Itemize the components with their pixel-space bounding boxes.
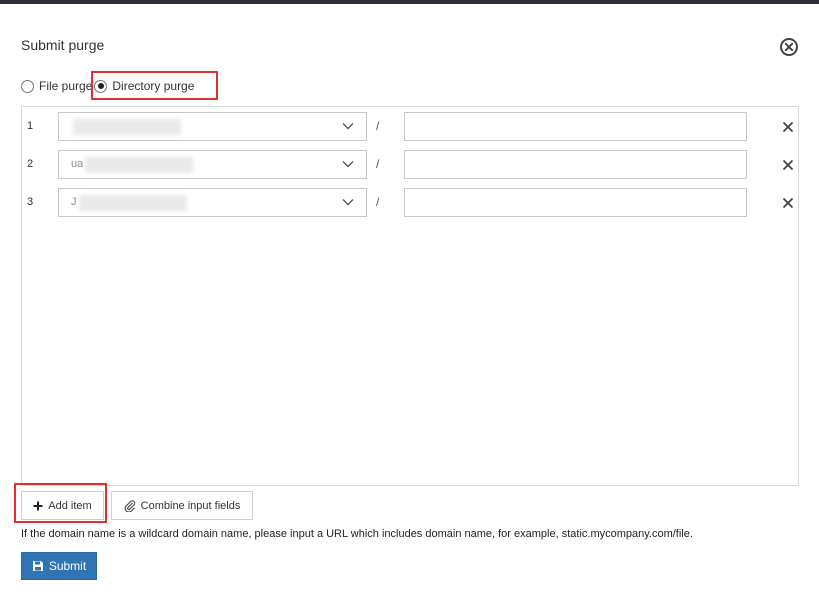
domain-value: ua [71, 158, 84, 170]
delete-row-button[interactable] [780, 157, 796, 173]
submit-button[interactable]: Submit [21, 552, 97, 580]
domain-select[interactable]: J [58, 188, 367, 217]
chevron-down-icon [342, 199, 354, 206]
radio-dot [21, 79, 34, 93]
row-index: 1 [27, 120, 34, 132]
chevron-down-icon [342, 123, 354, 130]
row-index: 3 [27, 196, 34, 208]
submit-label: Submit [48, 559, 87, 573]
path-input[interactable] [404, 112, 747, 141]
dialog-title: Submit purge [21, 37, 105, 53]
domain-select[interactable] [58, 112, 367, 141]
close-icon [782, 121, 794, 133]
purge-item-row: 1 / [22, 112, 798, 142]
plus-icon [33, 501, 43, 510]
file-purge-radio[interactable]: File purge [21, 79, 92, 93]
directory-purge-label: Directory purge [112, 79, 195, 93]
domain-select[interactable]: ua [58, 150, 367, 179]
path-separator: / [376, 119, 380, 133]
redacted-domain [85, 157, 193, 173]
paperclip-icon [124, 499, 135, 512]
wildcard-hint-text: If the domain name is a wildcard domain … [21, 528, 693, 540]
add-item-button[interactable]: Add item [21, 491, 104, 520]
radio-dot-checked [94, 79, 108, 93]
row-index: 2 [27, 158, 34, 170]
purge-item-row: 2 ua / [22, 150, 798, 180]
purge-items-panel: 1 / 2 ua / 3 J / [21, 106, 799, 486]
redacted-domain [73, 119, 181, 135]
combine-label: Combine input fields [140, 499, 241, 512]
add-item-label: Add item [48, 499, 92, 512]
path-separator: / [376, 195, 380, 209]
close-button[interactable] [779, 37, 799, 57]
path-separator: / [376, 157, 380, 171]
purge-type-group: File purge Directory purge [21, 76, 194, 96]
delete-row-button[interactable] [780, 119, 796, 135]
save-icon [32, 561, 43, 571]
close-icon [782, 159, 794, 171]
domain-value: J [71, 196, 77, 208]
chevron-down-icon [342, 161, 354, 168]
path-input[interactable] [404, 150, 747, 179]
file-purge-label: File purge [39, 79, 93, 93]
top-bar [0, 0, 819, 4]
directory-purge-radio[interactable]: Directory purge [94, 79, 194, 93]
path-input[interactable] [404, 188, 747, 217]
combine-input-fields-button[interactable]: Combine input fields [111, 491, 253, 520]
purge-item-row: 3 J / [22, 188, 798, 218]
delete-row-button[interactable] [780, 195, 796, 211]
close-icon [782, 197, 794, 209]
redacted-domain [79, 195, 187, 211]
close-circle-icon [780, 38, 798, 56]
